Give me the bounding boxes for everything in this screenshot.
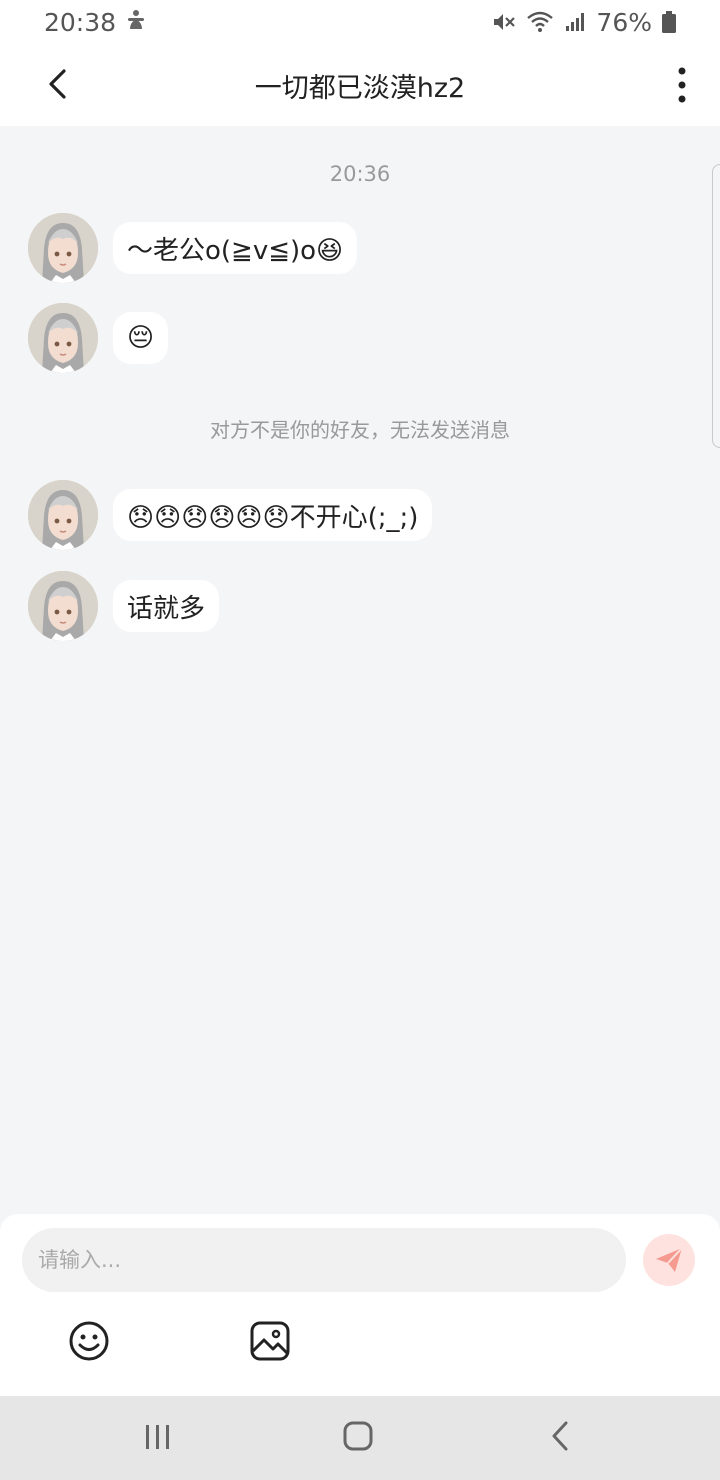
- message-timestamp: 20:36: [329, 162, 391, 186]
- avatar[interactable]: [28, 213, 98, 283]
- emoji-button[interactable]: [68, 1320, 110, 1362]
- signal-icon: [564, 11, 586, 33]
- chat-area[interactable]: 20:36 ～老公o(≧v≦)o😆 😔 对方不是你的好友，无法发送消息 😞😞😞😞…: [0, 126, 720, 1214]
- chat-header: 一切都已淡漠hz2: [0, 44, 720, 126]
- recent-apps-icon: [146, 1425, 169, 1449]
- message-row: 😞😞😞😞😞😞不开心(;_;): [28, 480, 433, 550]
- message-bubble[interactable]: ～老公o(≧v≦)o😆: [113, 222, 358, 274]
- message-bubble[interactable]: 话就多: [113, 580, 220, 632]
- image-icon: [250, 1321, 290, 1361]
- system-nav-bar: [0, 1396, 720, 1480]
- battery-level: 76%: [596, 7, 652, 37]
- avatar[interactable]: [28, 571, 98, 641]
- message-row: ～老公o(≧v≦)o😆: [28, 213, 358, 283]
- status-left: 20:38: [44, 8, 146, 37]
- smiley-icon: [69, 1321, 109, 1361]
- battery-icon: [662, 11, 676, 33]
- send-button[interactable]: [643, 1234, 695, 1286]
- more-button[interactable]: [672, 66, 692, 104]
- message-input[interactable]: [22, 1228, 626, 1292]
- wifi-icon: [526, 11, 554, 33]
- home-button[interactable]: [342, 1420, 374, 1452]
- nav-back-button[interactable]: [549, 1420, 571, 1452]
- system-note: 对方不是你的好友，无法发送消息: [210, 418, 510, 442]
- status-time: 20:38: [44, 7, 117, 37]
- status-bar: 20:38 76%: [0, 0, 720, 44]
- image-button[interactable]: [249, 1320, 291, 1362]
- avatar[interactable]: [28, 480, 98, 550]
- scroll-indicator[interactable]: [712, 164, 720, 448]
- accessibility-icon: [126, 8, 146, 37]
- home-icon: [343, 1421, 373, 1451]
- message-bubble[interactable]: 😞😞😞😞😞😞不开心(;_;): [113, 489, 433, 541]
- input-area: [0, 1214, 720, 1396]
- page-title: 一切都已淡漠hz2: [254, 72, 466, 104]
- back-button[interactable]: [40, 66, 76, 102]
- message-bubble[interactable]: 😔: [113, 312, 169, 364]
- more-vertical-icon: [678, 67, 686, 103]
- message-row: 😔: [28, 303, 169, 373]
- recent-apps-button[interactable]: [143, 1422, 173, 1452]
- message-row: 话就多: [28, 571, 220, 641]
- chevron-left-icon: [49, 69, 66, 99]
- mute-icon: [492, 11, 516, 33]
- status-right: 76%: [492, 8, 676, 37]
- avatar[interactable]: [28, 303, 98, 373]
- chevron-left-icon: [552, 1421, 568, 1451]
- send-icon: [656, 1247, 683, 1272]
